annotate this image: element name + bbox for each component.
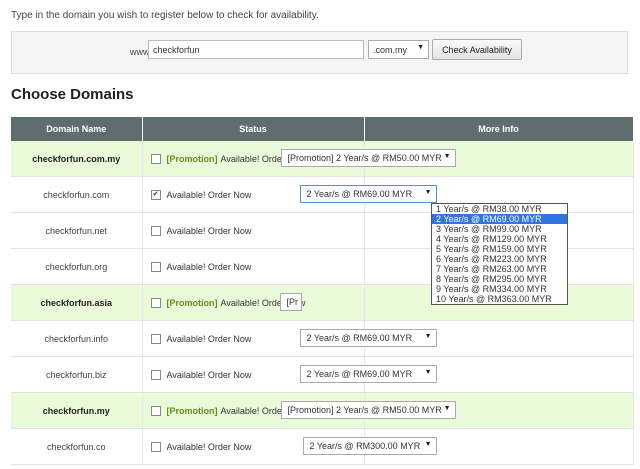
chevron-down-icon: ▼ bbox=[424, 333, 432, 340]
intro-text: Type in the domain you wish to register … bbox=[11, 10, 319, 21]
table-row: checkforfun.com.my [Promotion] Available! … bbox=[11, 141, 634, 177]
dropdown-option[interactable]: 6 Year/s @ RM223.00 MYR bbox=[432, 254, 567, 264]
status-cell-content: Available! Order Now bbox=[143, 225, 364, 236]
dropdown-option[interactable]: 3 Year/s @ RM99.00 MYR bbox=[432, 224, 567, 234]
status-cell: [Promotion] Available! Order Now bbox=[142, 284, 365, 321]
more-info-cell: 2 Year/s @ RM69.00 MYR ▼ bbox=[299, 356, 634, 393]
status-cell-content: Available! Order Now bbox=[143, 261, 364, 272]
domain-name-cell: checkforfun.asia bbox=[11, 284, 143, 321]
domain-name-cell: checkforfun.com.my bbox=[11, 141, 143, 177]
promotion-label: [Promotion] bbox=[166, 153, 218, 164]
promotion-label: [Promotion] bbox=[166, 405, 218, 416]
registration-period-select[interactable]: [Promotion] 2 Year/s @ RM50.00 MYR ▼ bbox=[280, 401, 456, 419]
chevron-down-icon: ▼ bbox=[424, 189, 432, 196]
section-title: Choose Domains bbox=[11, 86, 134, 103]
registration-period-select[interactable]: 2 Year/s @ RM69.00 MYR ▼ bbox=[299, 329, 437, 347]
dropdown-option[interactable]: 10 Year/s @ RM363.00 MYR bbox=[432, 294, 567, 304]
check-availability-button[interactable]: Check Availability bbox=[432, 39, 522, 60]
status-text: Available! Order Now bbox=[166, 369, 252, 380]
select-domain-checkbox[interactable] bbox=[150, 441, 161, 452]
header-domain-name: Domain Name bbox=[11, 117, 143, 141]
registration-period-select[interactable]: [Promotion] 2 Year/s @ RM50.00 MYR ▼ bbox=[280, 149, 456, 167]
status-text: Available! Order Now bbox=[166, 189, 252, 200]
table-row: checkforfun.biz Available! Order Now 2 Yea… bbox=[11, 356, 634, 393]
registration-period-select[interactable]: 2 Year/s @ RM300.00 MYR ▼ bbox=[302, 437, 437, 455]
select-value: [Pr bbox=[286, 297, 299, 307]
dropdown-option[interactable]: 9 Year/s @ RM334.00 MYR bbox=[432, 284, 567, 294]
select-domain-checkbox[interactable]: ✔ bbox=[150, 189, 161, 200]
dropdown-option[interactable]: 8 Year/s @ RM295.00 MYR bbox=[432, 274, 567, 284]
dropdown-option[interactable]: 5 Year/s @ RM159.00 MYR bbox=[432, 244, 567, 254]
dropdown-option[interactable]: 4 Year/s @ RM129.00 MYR bbox=[432, 234, 567, 244]
status-text: Available! Order Now bbox=[166, 261, 252, 272]
registration-period-select[interactable]: [Pr bbox=[279, 293, 302, 311]
domain-name-cell: checkforfun.co bbox=[11, 428, 143, 465]
domain-name-cell: checkforfun.com bbox=[11, 176, 143, 213]
table-row: checkforfun.my [Promotion] Available! Orde… bbox=[11, 392, 634, 429]
select-domain-checkbox[interactable] bbox=[150, 369, 161, 380]
status-cell-content: [Promotion] Available! Order Now bbox=[143, 297, 364, 308]
select-domain-checkbox[interactable] bbox=[150, 297, 161, 308]
chevron-down-icon: ▼ bbox=[424, 441, 432, 448]
header-more-info: More Info bbox=[364, 117, 634, 141]
status-text: Available! Order Now bbox=[166, 225, 252, 236]
dropdown-option[interactable]: 7 Year/s @ RM263.00 MYR bbox=[432, 264, 567, 274]
status-text: Available! Order Now bbox=[166, 441, 252, 452]
table-row: checkforfun.co Available! Order Now 2 Year… bbox=[11, 428, 634, 465]
table-header-row: Domain Name Status More Info bbox=[11, 117, 634, 141]
select-domain-checkbox[interactable] bbox=[150, 153, 161, 164]
status-text: Available! Order Now bbox=[166, 333, 252, 344]
registration-period-select[interactable]: 2 Year/s @ RM69.00 MYR ▼ bbox=[299, 365, 437, 383]
chevron-down-icon: ▼ bbox=[417, 44, 424, 51]
more-info-cell: [Promotion] 2 Year/s @ RM50.00 MYR ▼ bbox=[280, 141, 634, 177]
period-dropdown-list[interactable]: 1 Year/s @ RM38.00 MYR 2 Year/s @ RM69.00… bbox=[431, 203, 568, 305]
more-info-cell: 2 Year/s @ RM69.00 MYR ▼ bbox=[299, 320, 634, 357]
tld-select[interactable]: .com.my ▼ bbox=[368, 40, 429, 59]
domain-name-cell: checkforfun.biz bbox=[11, 356, 143, 393]
registration-period-select[interactable]: 2 Year/s @ RM69.00 MYR ▼ bbox=[299, 185, 437, 203]
select-value: 2 Year/s @ RM300.00 MYR bbox=[309, 441, 421, 451]
status-cell: Available! Order Now bbox=[142, 212, 365, 249]
domain-search-panel: www. .com.my ▼ Check Availability bbox=[11, 31, 628, 74]
chevron-down-icon: ▼ bbox=[443, 405, 451, 412]
dropdown-option[interactable]: 2 Year/s @ RM69.00 MYR bbox=[432, 214, 567, 224]
chevron-down-icon: ▼ bbox=[424, 369, 432, 376]
domain-name-cell: checkforfun.info bbox=[11, 320, 143, 357]
more-info-cell: [Promotion] 2 Year/s @ RM50.00 MYR ▼ bbox=[280, 392, 634, 429]
chevron-down-icon: ▼ bbox=[443, 153, 451, 160]
header-status: Status bbox=[142, 117, 365, 141]
select-value: [Promotion] 2 Year/s @ RM50.00 MYR bbox=[287, 153, 442, 163]
select-value: [Promotion] 2 Year/s @ RM50.00 MYR bbox=[287, 405, 442, 415]
domain-input[interactable] bbox=[148, 40, 364, 59]
dropdown-option[interactable]: 1 Year/s @ RM38.00 MYR bbox=[432, 204, 567, 214]
select-domain-checkbox[interactable] bbox=[150, 405, 161, 416]
table-row: checkforfun.info Available! Order Now 2 Ye… bbox=[11, 320, 634, 357]
select-domain-checkbox[interactable] bbox=[150, 333, 161, 344]
select-domain-checkbox[interactable] bbox=[150, 261, 161, 272]
select-value: 2 Year/s @ RM69.00 MYR bbox=[306, 189, 413, 199]
more-info-cell: 2 Year/s @ RM300.00 MYR ▼ bbox=[302, 428, 634, 465]
select-value: 2 Year/s @ RM69.00 MYR bbox=[306, 333, 413, 343]
domain-name-cell: checkforfun.net bbox=[11, 212, 143, 249]
domain-name-cell: checkforfun.my bbox=[11, 392, 143, 429]
status-cell: Available! Order Now bbox=[142, 248, 365, 285]
promotion-label: [Promotion] bbox=[166, 297, 218, 308]
domain-name-cell: checkforfun.org bbox=[11, 248, 143, 285]
select-domain-checkbox[interactable] bbox=[150, 225, 161, 236]
tld-select-value: .com.my bbox=[373, 45, 408, 55]
select-value: 2 Year/s @ RM69.00 MYR bbox=[306, 369, 413, 379]
